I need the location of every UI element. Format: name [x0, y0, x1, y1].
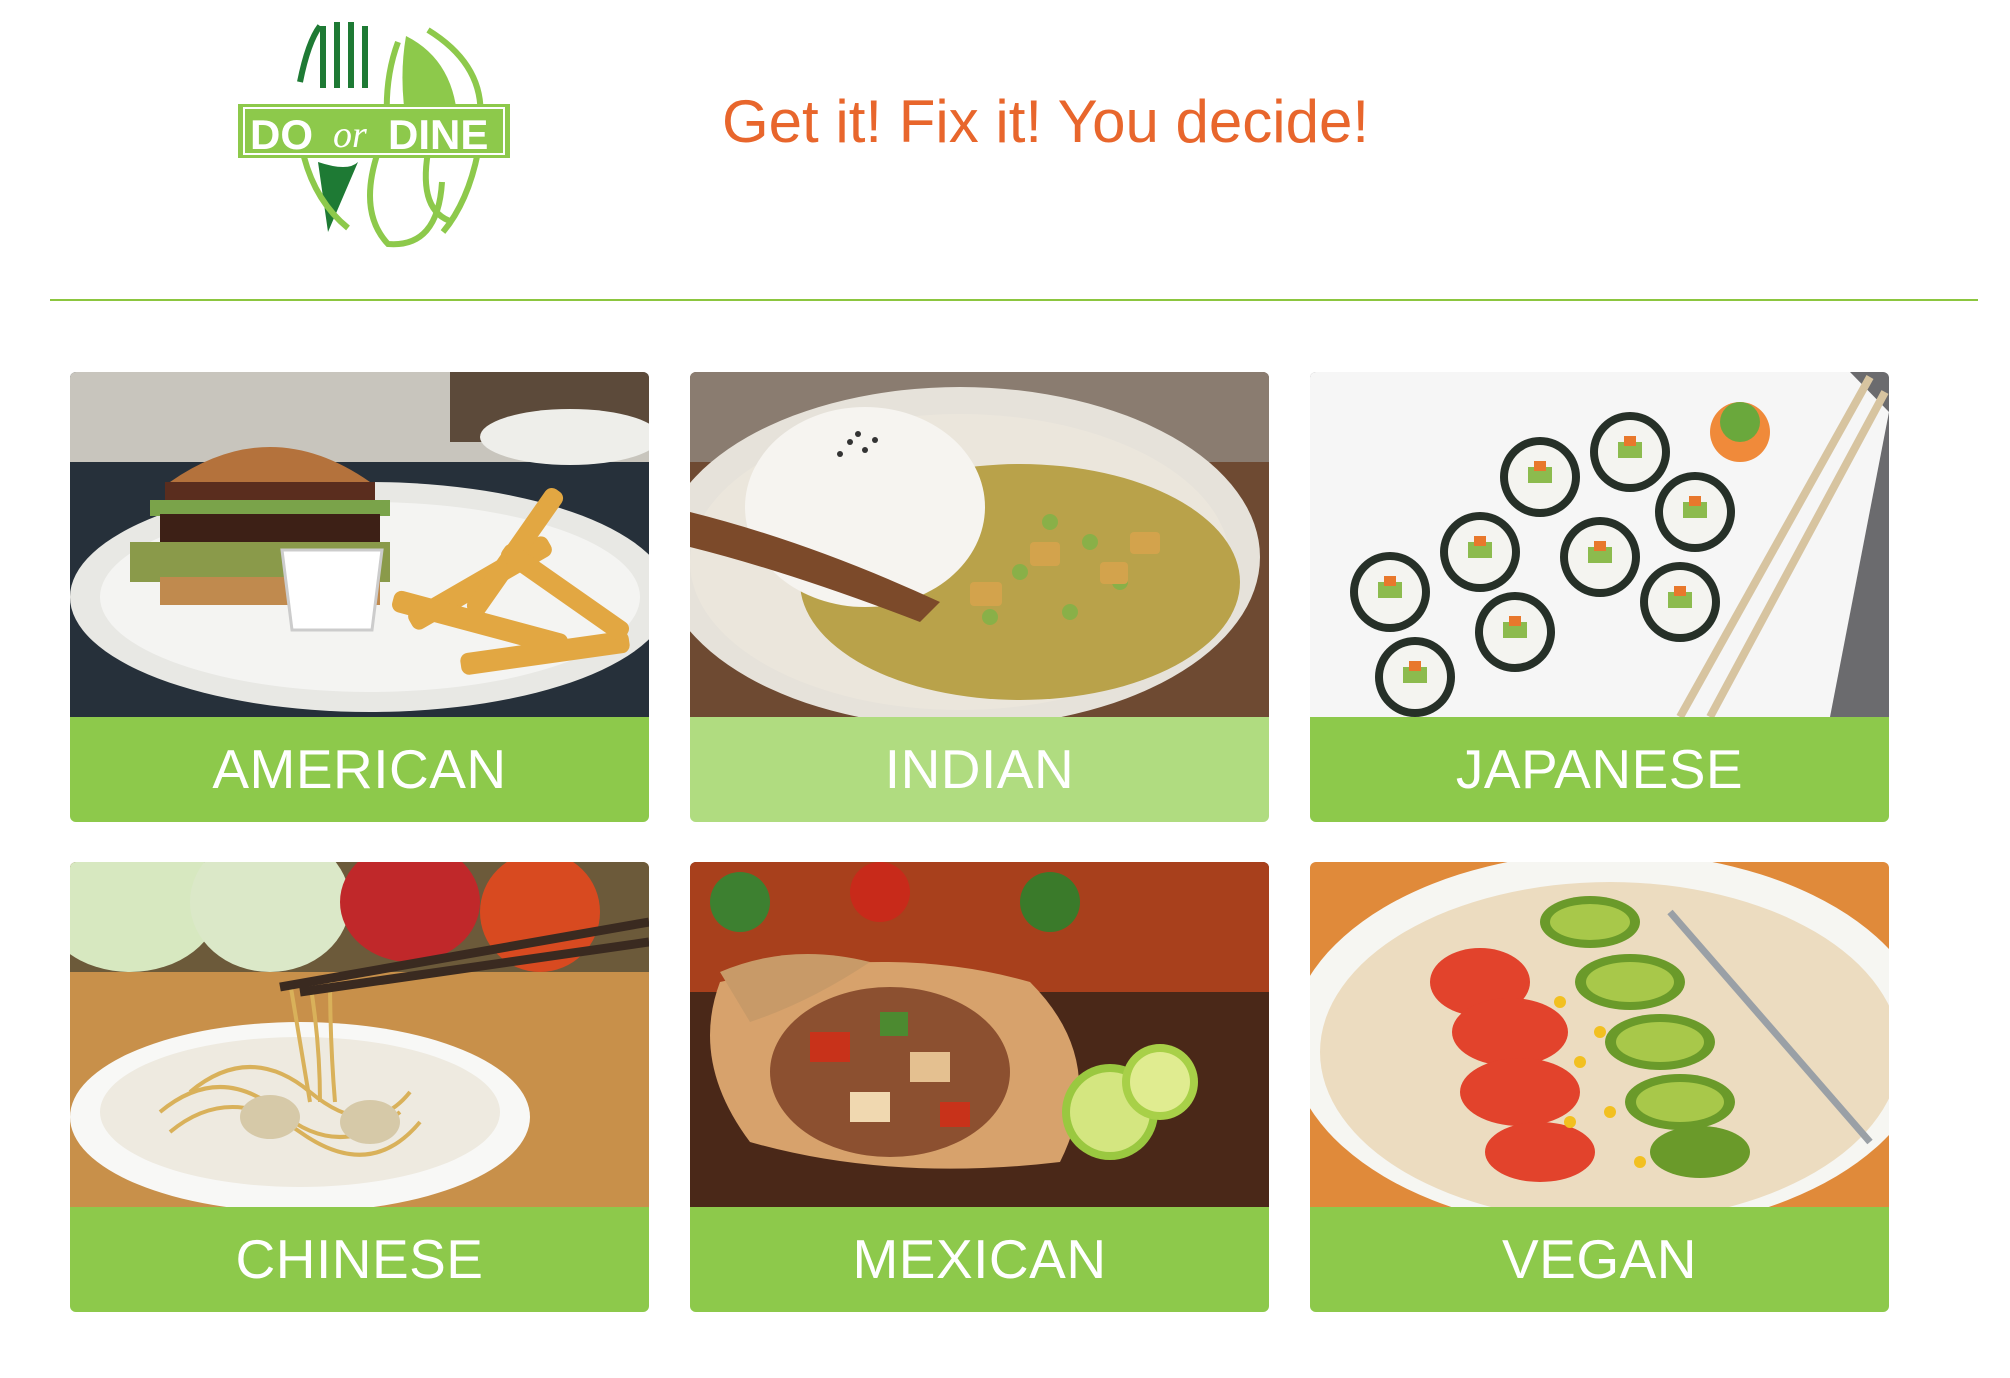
- cuisine-label-vegan: VEGAN: [1501, 1228, 1698, 1290]
- cuisine-card-japanese[interactable]: JAPANESE: [1310, 372, 1889, 822]
- burrito-photo: [690, 862, 1269, 1207]
- cuisine-label-mexican: MEXICAN: [852, 1228, 1107, 1290]
- cuisine-label-japanese: JAPANESE: [1455, 738, 1744, 800]
- cuisine-label-bar: JAPANESE: [1310, 717, 1889, 822]
- cuisine-label-bar: MEXICAN: [690, 1207, 1269, 1312]
- logo-text-do: DO: [250, 111, 313, 158]
- sushi-rolls-photo: [1310, 372, 1889, 717]
- cuisine-card-mexican[interactable]: MEXICAN: [690, 862, 1269, 1312]
- logo-text-or: or: [333, 114, 367, 156]
- cuisine-card-vegan[interactable]: VEGAN: [1310, 862, 1889, 1312]
- cuisine-label-bar: VEGAN: [1310, 1207, 1889, 1312]
- noodles-photo: [70, 862, 649, 1207]
- cuisine-label-american: AMERICAN: [212, 738, 507, 800]
- cuisine-card-indian[interactable]: INDIAN: [690, 372, 1269, 822]
- fork-and-spoon-logo-icon: DO or DINE: [238, 22, 510, 248]
- cuisine-card-american[interactable]: AMERICAN: [70, 372, 649, 822]
- cuisine-label-indian: INDIAN: [884, 738, 1075, 800]
- curry-and-rice-photo: [690, 372, 1269, 717]
- cuisine-label-bar: INDIAN: [690, 717, 1269, 822]
- cuisine-label-bar: AMERICAN: [70, 717, 649, 822]
- do-or-dine-logo[interactable]: DO or DINE: [238, 22, 514, 254]
- cuisine-label-chinese: CHINESE: [235, 1228, 484, 1290]
- avocado-tomato-wrap-photo: [1310, 862, 1889, 1207]
- cuisine-label-bar: CHINESE: [70, 1207, 649, 1312]
- burger-and-fries-photo: [70, 372, 649, 717]
- logo-text-dine: DINE: [388, 111, 488, 158]
- header-divider: [50, 299, 1978, 301]
- cuisine-card-chinese[interactable]: CHINESE: [70, 862, 649, 1312]
- tagline: Get it! Fix it! You decide!: [722, 88, 1370, 155]
